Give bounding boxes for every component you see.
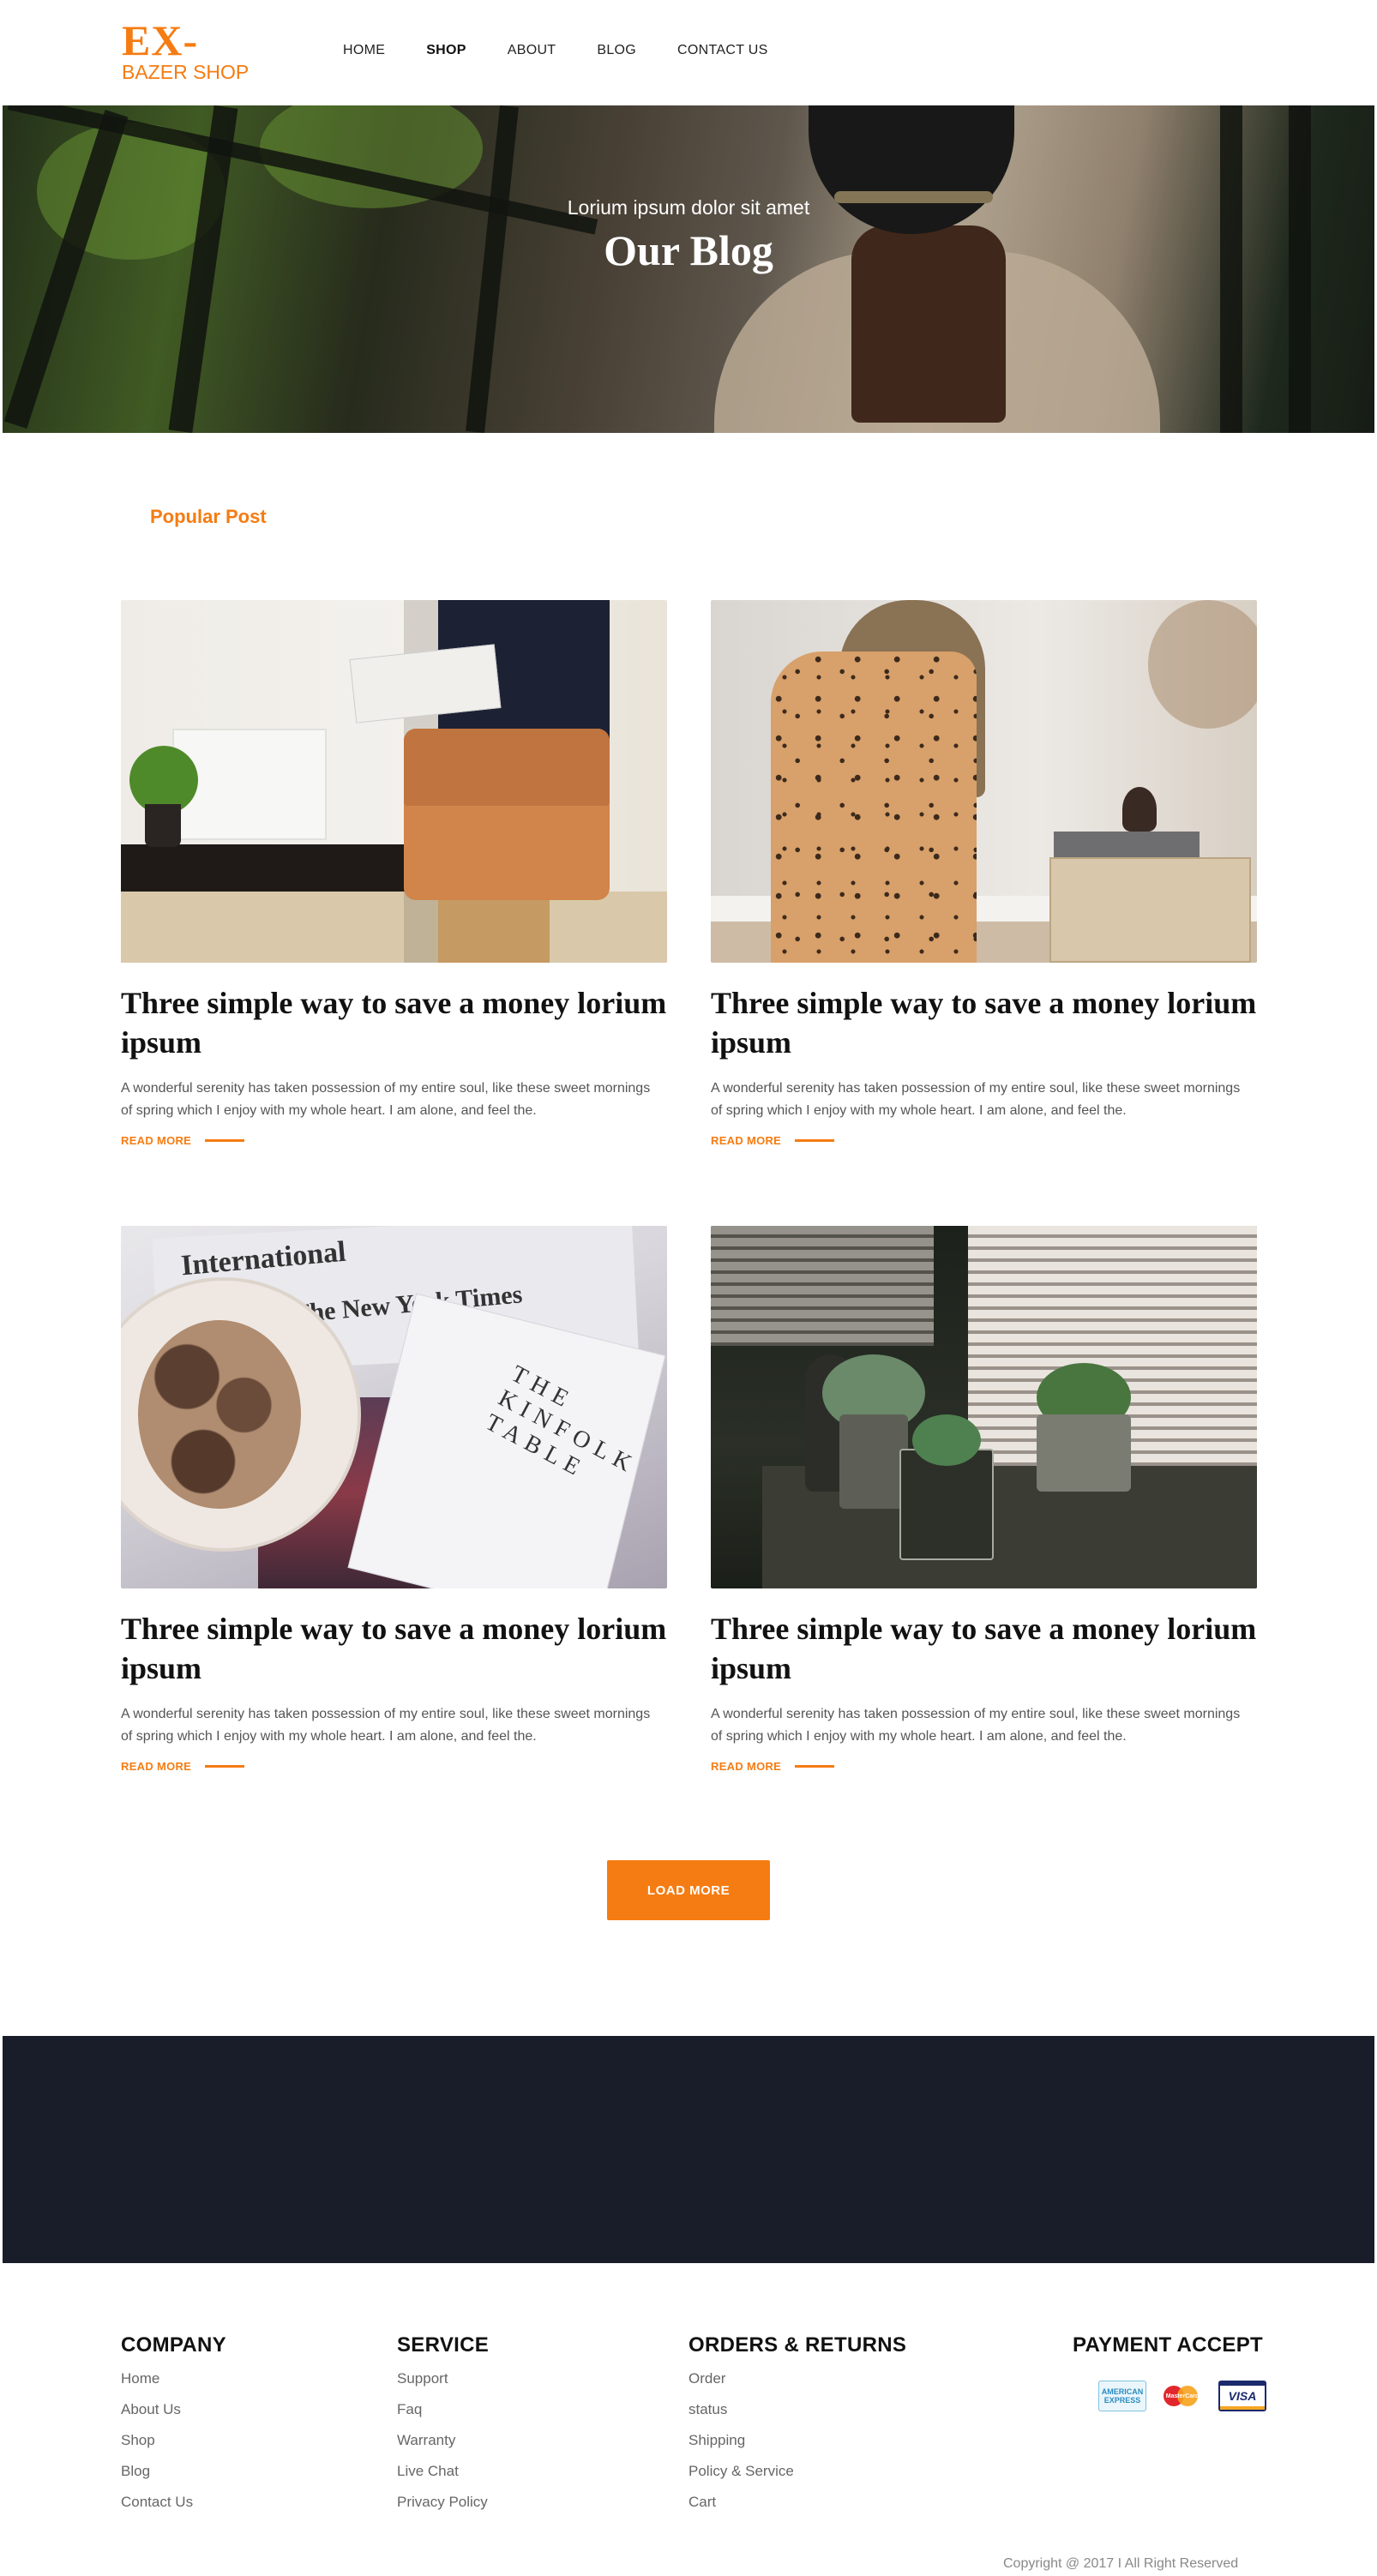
footer-link-shop[interactable]: Shop bbox=[121, 2431, 226, 2450]
image-cookies bbox=[138, 1320, 301, 1509]
logo-wordmark: BAZER SHOP bbox=[122, 61, 250, 83]
footer-link-privacy-policy[interactable]: Privacy Policy bbox=[397, 2493, 489, 2512]
footer-link-live-chat[interactable]: Live Chat bbox=[397, 2462, 489, 2481]
footer-link-cart[interactable]: Cart bbox=[688, 2493, 906, 2512]
blog-post-card: Three simple way to save a money lorium … bbox=[711, 600, 1257, 1147]
post-image[interactable]: International The New York Times THE KIN… bbox=[121, 1226, 667, 1588]
image-vase bbox=[1122, 787, 1157, 832]
section-heading: Popular Post bbox=[150, 506, 267, 527]
blog-post-card: International The New York Times THE KIN… bbox=[121, 1226, 667, 1773]
post-title[interactable]: Three simple way to save a money lorium … bbox=[711, 1609, 1257, 1688]
post-excerpt: A wonderful serenity has taken possessio… bbox=[711, 1081, 1241, 1118]
blog-post-card: Three simple way to save a money lorium … bbox=[711, 1226, 1257, 1773]
site-header: EX- BAZER SHOP HOME SHOP ABOUT BLOG CONT… bbox=[0, 0, 1377, 105]
post-title[interactable]: Three simple way to save a money lorium … bbox=[121, 983, 667, 1062]
post-image[interactable] bbox=[121, 600, 667, 963]
nav-blog[interactable]: BLOG bbox=[597, 43, 636, 58]
read-more-underline bbox=[795, 1139, 835, 1142]
hero-banner: Lorium ipsum dolor sit amet Our Blog bbox=[3, 105, 1374, 433]
payment-heading: PAYMENT ACCEPT bbox=[1073, 2333, 1264, 2357]
footer-link-policy-service[interactable]: Policy & Service bbox=[688, 2462, 906, 2481]
page-title: Our Blog bbox=[604, 226, 773, 274]
mastercard-icon: MasterCard bbox=[1158, 2381, 1206, 2411]
visa-card-icon: VISA bbox=[1218, 2381, 1266, 2411]
footer-company-column: COMPANY Home About Us Shop Blog Contact … bbox=[121, 2333, 226, 2512]
read-more-underline bbox=[205, 1765, 245, 1768]
mastercard-label: MasterCard bbox=[1165, 2393, 1200, 2399]
nav-contact-us[interactable]: CONTACT US bbox=[677, 43, 768, 58]
site-logo[interactable]: EX- BAZER SHOP bbox=[122, 19, 250, 82]
footer-link-faq[interactable]: Faq bbox=[397, 2400, 489, 2419]
post-title[interactable]: Three simple way to save a money lorium … bbox=[121, 1609, 667, 1688]
nav-about[interactable]: ABOUT bbox=[508, 43, 556, 58]
image-pampas bbox=[1148, 600, 1257, 729]
load-more-button[interactable]: LOAD MORE bbox=[607, 1860, 770, 1920]
newsletter-band bbox=[3, 2036, 1374, 2263]
image-pot bbox=[145, 804, 181, 847]
post-image[interactable] bbox=[711, 1226, 1257, 1588]
read-more-underline bbox=[795, 1765, 835, 1768]
footer-link-contact-us[interactable]: Contact Us bbox=[121, 2493, 226, 2512]
footer-link-warranty[interactable]: Warranty bbox=[397, 2431, 489, 2450]
post-title[interactable]: Three simple way to save a money lorium … bbox=[711, 983, 1257, 1062]
image-blanket bbox=[771, 652, 977, 963]
image-wooden-box bbox=[1049, 857, 1251, 963]
post-image[interactable] bbox=[711, 600, 1257, 963]
footer-orders-column: ORDERS & RETURNS Order status Shipping P… bbox=[688, 2333, 906, 2512]
nav-home[interactable]: HOME bbox=[343, 43, 385, 58]
footer-link-order[interactable]: Order bbox=[688, 2369, 906, 2388]
read-more-link[interactable]: READ MORE bbox=[711, 1760, 1257, 1773]
post-excerpt: A wonderful serenity has taken possessio… bbox=[711, 1707, 1241, 1744]
copyright-text: Copyright @ 2017 I All Right Reserved bbox=[1003, 2556, 1239, 2571]
image-floor bbox=[121, 892, 667, 963]
visa-top-stripe bbox=[1220, 2382, 1265, 2386]
footer-link-shipping[interactable]: Shipping bbox=[688, 2431, 906, 2450]
footer-heading: ORDERS & RETURNS bbox=[688, 2333, 907, 2357]
image-bag-flap bbox=[404, 729, 610, 806]
image-blinds bbox=[711, 1226, 934, 1346]
post-excerpt: A wonderful serenity has taken possessio… bbox=[121, 1707, 651, 1744]
payment-methods: AMERICAN EXPRESS MasterCard VISA bbox=[1098, 2381, 1266, 2411]
post-excerpt: A wonderful serenity has taken possessio… bbox=[121, 1081, 651, 1118]
read-more-label: READ MORE bbox=[121, 1760, 192, 1773]
blog-post-card: Three simple way to save a money lorium … bbox=[121, 600, 667, 1147]
amex-label: AMERICAN EXPRESS bbox=[1101, 2387, 1144, 2405]
image-pot bbox=[839, 1414, 908, 1509]
read-more-link[interactable]: READ MORE bbox=[121, 1760, 667, 1773]
footer-link-about-us[interactable]: About Us bbox=[121, 2400, 226, 2419]
read-more-label: READ MORE bbox=[711, 1134, 782, 1147]
image-books bbox=[1054, 832, 1200, 857]
logo-mark: EX- bbox=[122, 16, 199, 64]
read-more-underline bbox=[205, 1139, 245, 1142]
main-nav: HOME SHOP ABOUT BLOG CONTACT US bbox=[343, 43, 809, 58]
footer-heading: SERVICE bbox=[397, 2333, 490, 2357]
read-more-link[interactable]: READ MORE bbox=[711, 1134, 1257, 1147]
footer-link-status[interactable]: status bbox=[688, 2400, 906, 2419]
read-more-link[interactable]: READ MORE bbox=[121, 1134, 667, 1147]
read-more-label: READ MORE bbox=[711, 1760, 782, 1773]
visa-bottom-stripe bbox=[1220, 2406, 1265, 2410]
image-cactus bbox=[912, 1414, 981, 1466]
read-more-label: READ MORE bbox=[121, 1134, 192, 1147]
footer-link-support[interactable]: Support bbox=[397, 2369, 489, 2388]
footer-heading: COMPANY bbox=[121, 2333, 226, 2357]
hero-subtitle: Lorium ipsum dolor sit amet bbox=[567, 196, 810, 219]
nav-shop[interactable]: SHOP bbox=[426, 43, 466, 58]
footer-link-blog[interactable]: Blog bbox=[121, 2462, 226, 2481]
visa-label: VISA bbox=[1228, 2389, 1257, 2403]
amex-card-icon: AMERICAN EXPRESS bbox=[1098, 2381, 1146, 2411]
footer-link-home[interactable]: Home bbox=[121, 2369, 226, 2388]
image-pot bbox=[1037, 1414, 1131, 1492]
footer-service-column: SERVICE Support Faq Warranty Live Chat P… bbox=[397, 2333, 489, 2512]
